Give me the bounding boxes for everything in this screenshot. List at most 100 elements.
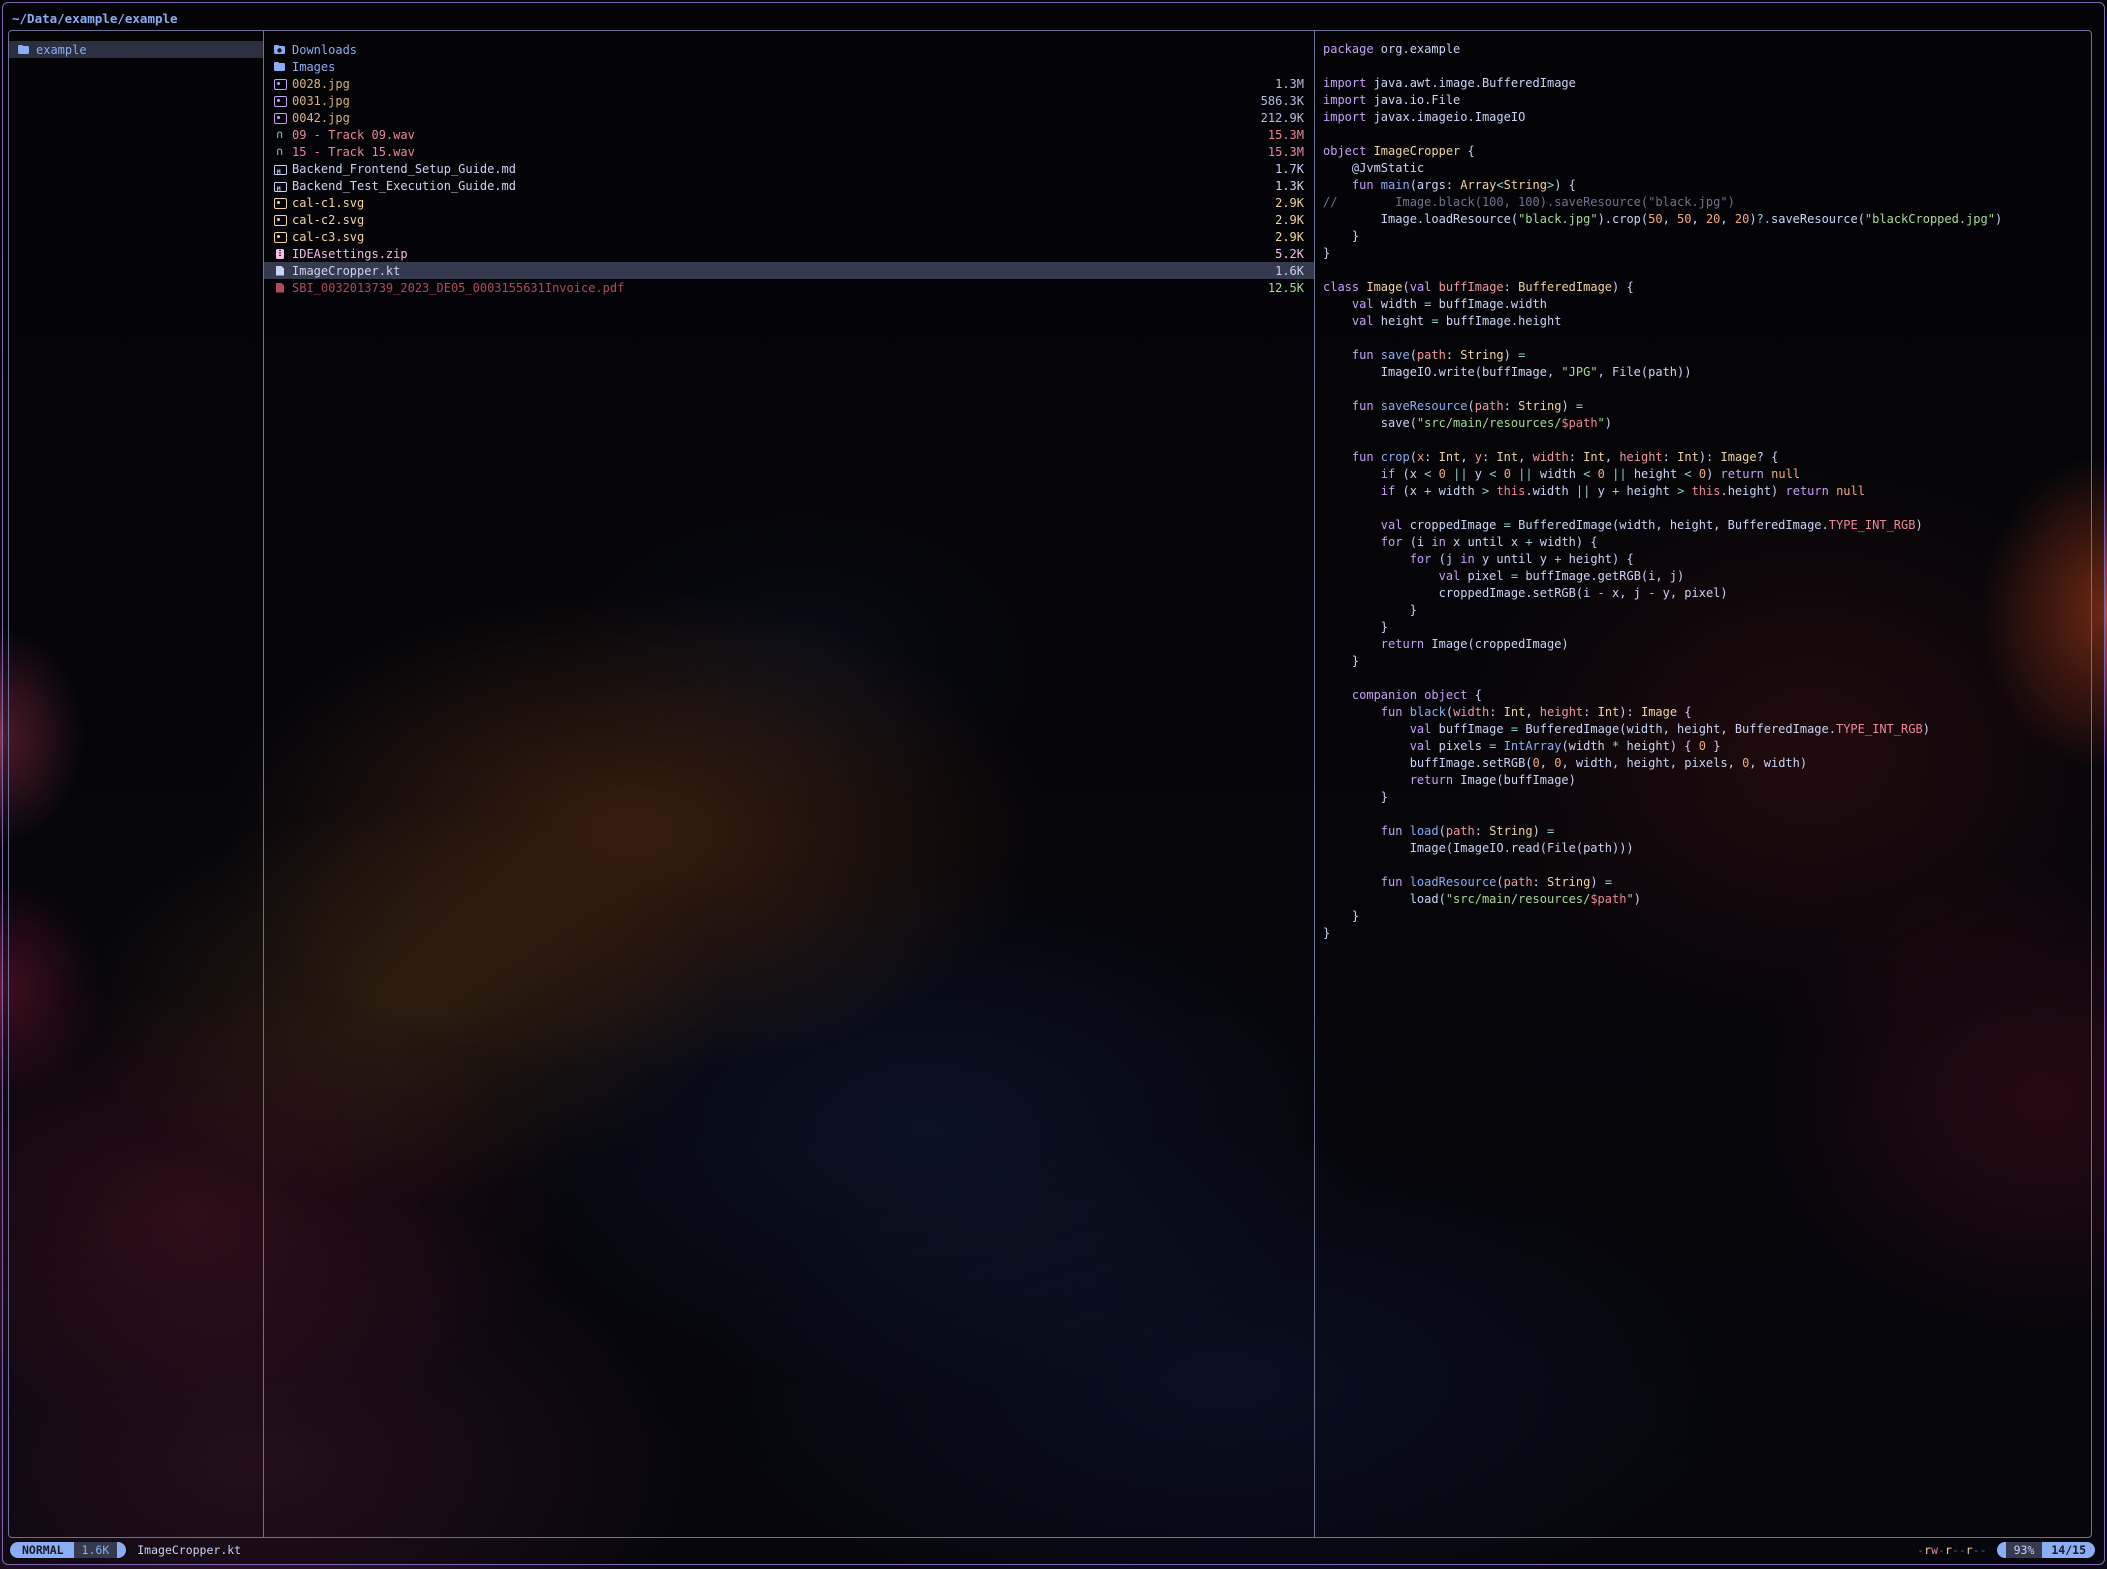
file-row[interactable]: Backend_Frontend_Setup_Guide.md1.7K bbox=[264, 160, 1314, 177]
code-token: ) bbox=[1749, 212, 1756, 226]
code-token: ) bbox=[1605, 416, 1612, 430]
file-preview-pane: package org.example import java.awt.imag… bbox=[1315, 31, 2091, 1537]
code-token: 0 bbox=[1598, 467, 1605, 481]
code-token: { bbox=[1460, 144, 1474, 158]
code-token: crop bbox=[1374, 450, 1410, 464]
code-token: // Image.black(100, 100).saveResource("b… bbox=[1323, 195, 1735, 209]
code-token: 0 bbox=[1699, 739, 1706, 753]
code-token: 0 bbox=[1699, 467, 1706, 481]
parent-dir-row[interactable]: example bbox=[9, 41, 263, 58]
code-token: width bbox=[1374, 297, 1425, 311]
code-line: val buffImage = BufferedImage(width, hei… bbox=[1323, 721, 2091, 738]
code-line: for (i in x until x + width) { bbox=[1323, 534, 2091, 551]
code-token: ) bbox=[1706, 467, 1720, 481]
code-token: : bbox=[1482, 450, 1496, 464]
code-token: .width bbox=[1525, 484, 1576, 498]
code-line: } bbox=[1323, 653, 2091, 670]
file-name: 0028.jpg bbox=[292, 77, 350, 91]
code-token: if bbox=[1323, 467, 1395, 481]
code-token: height bbox=[1627, 467, 1685, 481]
code-token: (width bbox=[1561, 739, 1612, 753]
code-token: ( bbox=[1468, 399, 1475, 413]
code-token: val bbox=[1323, 297, 1374, 311]
code-token: : bbox=[1583, 705, 1597, 719]
file-row[interactable]: Images bbox=[264, 58, 1314, 75]
code-token: 50 bbox=[1677, 212, 1691, 226]
code-token: : bbox=[1475, 824, 1489, 838]
code-token: , bbox=[1605, 450, 1619, 464]
code-token: = bbox=[1511, 569, 1518, 583]
file-row[interactable]: Downloads bbox=[264, 41, 1314, 58]
code-token: (x bbox=[1395, 484, 1424, 498]
code-token: } bbox=[1323, 909, 1359, 923]
file-row[interactable]: ImageCropper.kt1.6K bbox=[264, 262, 1314, 279]
image-icon bbox=[273, 77, 286, 90]
code-token: { bbox=[1677, 705, 1691, 719]
code-token: val bbox=[1323, 518, 1402, 532]
file-name: Backend_Test_Execution_Guide.md bbox=[292, 179, 516, 193]
code-token: null bbox=[1764, 467, 1800, 481]
file-size: 1.3K bbox=[1275, 179, 1304, 193]
code-token: x until x bbox=[1446, 535, 1525, 549]
code-token: saveResource bbox=[1374, 399, 1468, 413]
audio-icon: ∩ bbox=[273, 128, 286, 141]
file-row[interactable]: Backend_Test_Execution_Guide.md 1.3K bbox=[264, 177, 1314, 194]
code-line: import java.awt.image.BufferedImage bbox=[1323, 75, 2091, 92]
code-token: = bbox=[1605, 875, 1612, 889]
file-row[interactable]: ∩15 - Track 15.wav15.3M bbox=[264, 143, 1314, 160]
code-token: this bbox=[1692, 484, 1721, 498]
file-row[interactable]: cal-c3.svg2.9K bbox=[264, 228, 1314, 245]
code-token: || bbox=[1453, 467, 1467, 481]
code-token: ?. bbox=[1757, 212, 1771, 226]
code-token: = bbox=[1511, 722, 1518, 736]
file-row[interactable]: SBI_0032013739_2023_DE05_0003155631Invoi… bbox=[264, 279, 1314, 296]
code-token: "blackCropped.jpg" bbox=[1865, 212, 1995, 226]
file-name: 15 - Track 15.wav bbox=[292, 145, 415, 159]
code-token: $path bbox=[1561, 416, 1597, 430]
code-token: width bbox=[1453, 705, 1489, 719]
file-size: 2.9K bbox=[1275, 196, 1304, 210]
file-name: 0031.jpg bbox=[292, 94, 350, 108]
code-line: val pixel = buffImage.getRGB(i, j) bbox=[1323, 568, 2091, 585]
code-token: Image bbox=[1359, 280, 1402, 294]
code-line: package org.example bbox=[1323, 41, 2091, 58]
code-token: load bbox=[1402, 824, 1438, 838]
code-token: return bbox=[1323, 773, 1453, 787]
code-token: width bbox=[1431, 484, 1482, 498]
permission-char: w bbox=[1931, 1543, 1938, 1557]
file-row[interactable]: ∩09 - Track 09.wav15.3M bbox=[264, 126, 1314, 143]
code-line: load("src/main/resources/$path") bbox=[1323, 891, 2091, 908]
code-line: } bbox=[1323, 789, 2091, 806]
file-row[interactable]: 0031.jpg586.3K bbox=[264, 92, 1314, 109]
code-token: , bbox=[1460, 450, 1474, 464]
code-token: - bbox=[1598, 586, 1605, 600]
code-token: save( bbox=[1323, 416, 1417, 430]
file-row[interactable]: cal-c1.svg2.9K bbox=[264, 194, 1314, 211]
file-row[interactable]: IDEAsettings.zip5.2K bbox=[264, 245, 1314, 262]
file-row[interactable]: 0042.jpg212.9K bbox=[264, 109, 1314, 126]
code-token: java.io.File bbox=[1366, 93, 1460, 107]
image-icon bbox=[273, 94, 286, 107]
mode-badge: NORMAL bbox=[10, 1542, 74, 1558]
code-line bbox=[1323, 432, 2091, 449]
code-token: , bbox=[1540, 756, 1554, 770]
code-token: BufferedImage(width, height, BufferedIma… bbox=[1518, 722, 1836, 736]
file-row[interactable]: 0028.jpg1.3M bbox=[264, 75, 1314, 92]
code-line: Image(ImageIO.read(File(path))) bbox=[1323, 840, 2091, 857]
code-token: ) bbox=[1590, 875, 1604, 889]
code-token: javax.imageio.ImageIO bbox=[1366, 110, 1525, 124]
code-token: ) { bbox=[1612, 280, 1634, 294]
code-token: y, pixel) bbox=[1655, 586, 1727, 600]
scroll-percentage: 93% bbox=[2006, 1542, 2043, 1558]
code-token: buffImage bbox=[1431, 280, 1503, 294]
archive-icon bbox=[273, 247, 286, 260]
code-token: import bbox=[1323, 76, 1366, 90]
file-row[interactable]: cal-c2.svg2.9K bbox=[264, 211, 1314, 228]
code-token: = bbox=[1518, 348, 1525, 362]
code-token: 0 bbox=[1533, 756, 1540, 770]
code-token: Int bbox=[1504, 705, 1526, 719]
code-token: for bbox=[1323, 535, 1402, 549]
code-token: Int bbox=[1583, 450, 1605, 464]
code-token: saveResource( bbox=[1771, 212, 1865, 226]
code-token: (args: bbox=[1410, 178, 1461, 192]
